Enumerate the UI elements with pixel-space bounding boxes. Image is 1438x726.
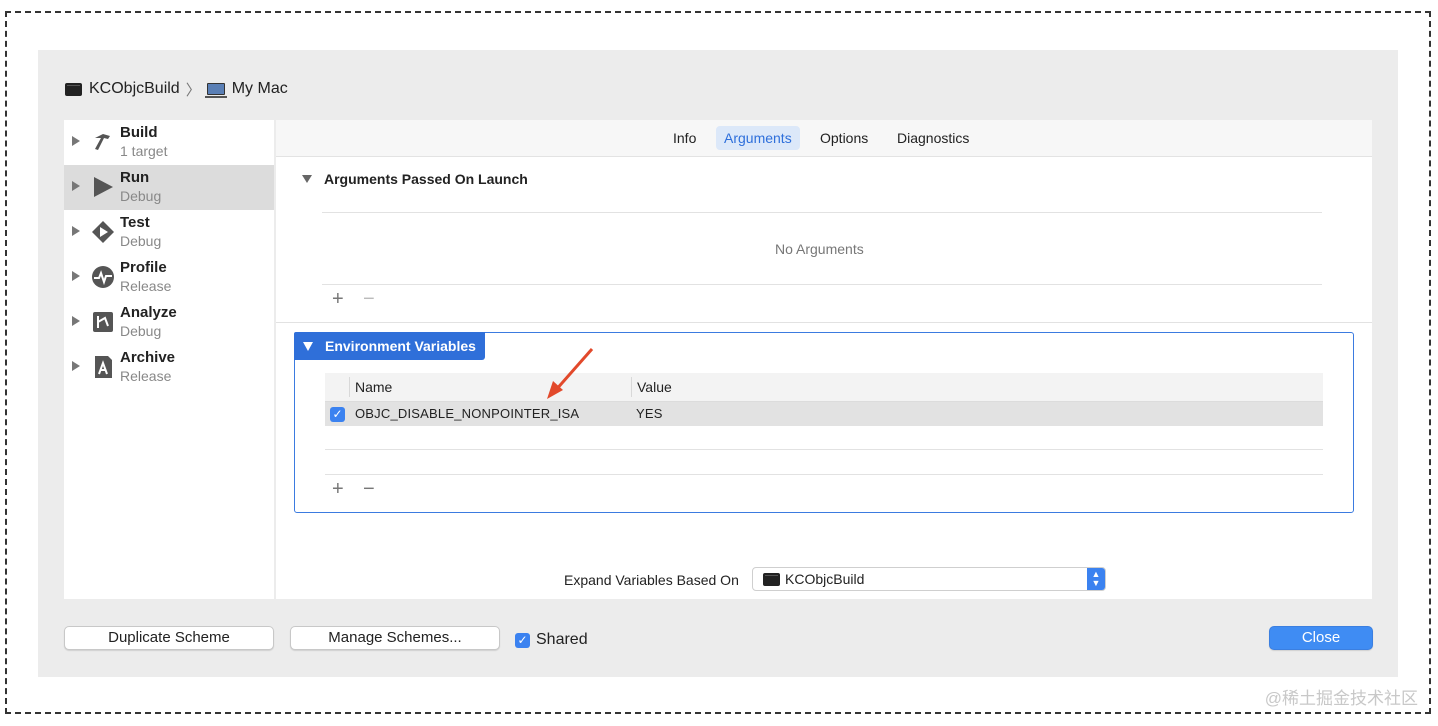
scheme-editor-dialog: KCObjcBuild 〉 My Mac Build 1 target Run … <box>38 50 1398 677</box>
disclosure-triangle-icon[interactable] <box>72 271 80 281</box>
terminal-icon <box>65 82 82 96</box>
laptop-icon <box>204 83 227 98</box>
watermark: @稀土掘金技术社区 <box>1264 689 1418 708</box>
enable-checkbox[interactable]: ✓ <box>330 407 345 422</box>
shared-toggle[interactable]: ✓ Shared <box>515 630 588 650</box>
sidebar-item-profile[interactable]: Profile Release <box>64 255 274 300</box>
sidebar-item-subtitle: Release <box>120 278 172 294</box>
table-row[interactable]: ✓ OBJC_DISABLE_NONPOINTER_ISA YES <box>325 402 1323 426</box>
sidebar-item-title: Run <box>120 169 150 186</box>
sidebar-item-title: Build <box>120 124 158 141</box>
environment-variables-header[interactable]: Environment Variables <box>294 332 485 360</box>
collapse-triangle-icon[interactable] <box>302 175 312 183</box>
breadcrumb: KCObjcBuild 〉 My Mac <box>65 78 288 100</box>
archive-icon <box>95 356 112 378</box>
environment-variables-title: Environment Variables <box>325 338 476 354</box>
column-divider <box>349 377 350 397</box>
table-header: Name Value <box>325 373 1323 402</box>
add-argument-button[interactable]: + <box>332 289 344 309</box>
sidebar-item-analyze[interactable]: Analyze Debug <box>64 300 274 345</box>
sidebar-item-archive[interactable]: Archive Release <box>64 345 274 390</box>
variable-value-cell[interactable]: YES <box>636 406 663 421</box>
variable-name-cell[interactable]: OBJC_DISABLE_NONPOINTER_ISA <box>355 406 579 421</box>
arguments-section-title: Arguments Passed On Launch <box>324 171 528 187</box>
sidebar-item-title: Analyze <box>120 304 177 321</box>
sidebar-item-subtitle: Release <box>120 368 172 384</box>
no-arguments-placeholder: No Arguments <box>775 241 864 257</box>
sidebar-item-subtitle: Debug <box>120 188 162 204</box>
divider <box>322 284 1322 285</box>
shared-checkbox[interactable]: ✓ <box>515 632 530 648</box>
disclosure-triangle-icon[interactable] <box>72 316 80 326</box>
chevron-right-icon: 〉 <box>185 81 201 99</box>
tab-info[interactable]: Info <box>665 126 704 150</box>
remove-argument-button[interactable]: − <box>363 289 375 309</box>
instruments-icon <box>92 266 114 288</box>
analyze-icon <box>93 312 113 332</box>
tab-arguments[interactable]: Arguments <box>716 126 800 150</box>
divider <box>325 449 1323 450</box>
terminal-icon <box>763 573 780 586</box>
expand-variables-select[interactable]: KCObjcBuild ▲ ▼ <box>752 567 1106 591</box>
play-icon <box>94 177 113 197</box>
disclosure-triangle-icon[interactable] <box>72 181 80 191</box>
sidebar-item-build[interactable]: Build 1 target <box>64 120 274 165</box>
select-stepper-icon: ▲ ▼ <box>1087 568 1105 590</box>
expand-variables-label: Expand Variables Based On <box>564 572 739 588</box>
divider <box>322 212 1322 213</box>
add-variable-button[interactable]: + <box>332 479 344 499</box>
column-header-value[interactable]: Value <box>637 379 672 395</box>
disclosure-triangle-icon[interactable] <box>72 226 80 236</box>
sidebar-item-test[interactable]: Test Debug <box>64 210 274 255</box>
column-divider <box>631 377 632 397</box>
column-header-name[interactable]: Name <box>355 379 392 395</box>
hammer-icon <box>95 134 110 150</box>
expand-variables-value: KCObjcBuild <box>785 571 865 587</box>
sidebar-item-title: Archive <box>120 349 176 366</box>
divider <box>276 322 1372 323</box>
disclosure-triangle-icon[interactable] <box>72 361 80 371</box>
scheme-action-sidebar: Build 1 target Run Debug Test Debug Prof… <box>64 120 274 599</box>
shared-label: Shared <box>536 631 588 648</box>
remove-variable-button[interactable]: − <box>363 479 375 499</box>
sidebar-item-run[interactable]: Run Debug <box>64 165 274 210</box>
scheme-content-panel: Info Arguments Options Diagnostics Argum… <box>276 120 1372 599</box>
disclosure-triangle-icon[interactable] <box>72 136 80 146</box>
breadcrumb-destination[interactable]: My Mac <box>232 80 288 98</box>
sidebar-item-subtitle: Debug <box>120 323 162 339</box>
environment-variables-section: Environment Variables Name Value ✓ OBJC_… <box>294 332 1354 513</box>
divider <box>325 474 1323 475</box>
test-diamond-icon <box>92 221 114 243</box>
breadcrumb-scheme[interactable]: KCObjcBuild <box>89 80 180 98</box>
tab-diagnostics[interactable]: Diagnostics <box>889 126 977 150</box>
sidebar-item-subtitle: 1 target <box>120 143 168 159</box>
manage-schemes-button[interactable]: Manage Schemes... <box>290 626 500 650</box>
sidebar-item-title: Test <box>120 214 150 231</box>
collapse-triangle-icon[interactable] <box>303 342 313 351</box>
duplicate-scheme-button[interactable]: Duplicate Scheme <box>64 626 274 650</box>
sidebar-item-title: Profile <box>120 259 167 276</box>
tab-bar: Info Arguments Options Diagnostics <box>276 120 1372 157</box>
close-button[interactable]: Close <box>1269 626 1373 650</box>
sidebar-item-subtitle: Debug <box>120 233 162 249</box>
tab-options[interactable]: Options <box>812 126 876 150</box>
